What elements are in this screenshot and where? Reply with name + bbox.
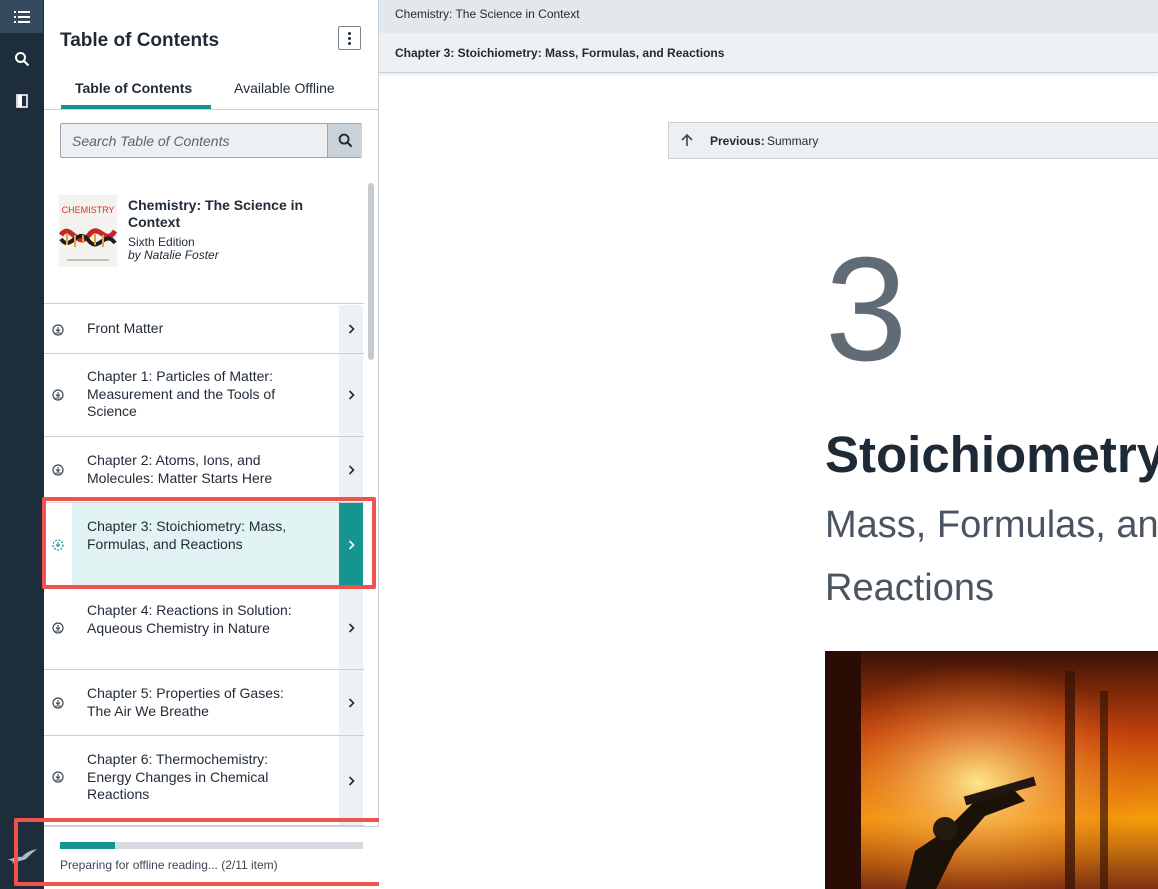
search-input[interactable]: [61, 124, 327, 157]
download-status-icon: [52, 464, 64, 476]
toc-item-label: Chapter 4: Reactions in Solution: Aqueou…: [87, 602, 292, 636]
previous-label: Previous:: [710, 134, 765, 148]
active-tab-indicator: [61, 105, 211, 109]
search-submit-button[interactable]: [327, 124, 362, 157]
book-author: by Natalie Foster: [128, 248, 219, 262]
icon-rail: [0, 0, 44, 889]
book-info[interactable]: CHEMISTRY Chemistry: The Science in Cont…: [44, 181, 364, 304]
highlight-annotation-chapter-3: [42, 497, 376, 589]
chapter-subtitle-line: Reactions: [825, 567, 994, 609]
chapter-subtitle: Mass, Formulas, and Reactions: [825, 494, 1158, 620]
arrow-up-icon: [681, 133, 693, 146]
bookmarks-button[interactable]: [0, 80, 44, 122]
chapter-subtitle-line: Mass, Formulas, and: [825, 504, 1158, 546]
chapter-title: Stoichiometry: [825, 426, 1158, 483]
reader-content: Chemistry: The Science in Context Chapte…: [379, 0, 1158, 889]
expand-button[interactable]: [339, 437, 363, 502]
book-edition: Sixth Edition: [128, 235, 195, 249]
expand-button[interactable]: [339, 587, 363, 669]
download-status-icon: [52, 697, 64, 709]
toc-item-label: Chapter 1: Particles of Matter: Measurem…: [87, 368, 276, 419]
chevron-right-icon: [348, 697, 355, 708]
search-button[interactable]: [0, 38, 44, 80]
expand-button[interactable]: [339, 354, 363, 436]
chevron-right-icon: [348, 390, 355, 400]
toc-item-front-matter[interactable]: Front Matter: [44, 305, 364, 354]
tab-available-offline[interactable]: Available Offline: [234, 80, 335, 96]
expand-button[interactable]: [339, 736, 363, 825]
expand-button[interactable]: [339, 670, 363, 735]
toc-item-label: Chapter 2: Atoms, Ions, and Molecules: M…: [87, 452, 273, 486]
bookmark-icon: [16, 94, 28, 108]
more-options-button[interactable]: [338, 26, 361, 50]
chevron-right-icon: [348, 775, 355, 786]
kebab-dot-icon: [348, 36, 351, 40]
breadcrumb-chapter-label: Chapter 3: Stoichiometry: Mass, Formulas…: [395, 46, 725, 60]
chapter-number: 3: [825, 227, 908, 392]
toc-scrollbar[interactable]: [368, 183, 374, 360]
toc-item-chapter-1[interactable]: Chapter 1: Particles of Matter: Measurem…: [44, 354, 364, 437]
book-cover-image: CHEMISTRY: [59, 195, 117, 267]
kebab-dot-icon: [348, 31, 351, 35]
toc-item-label: Chapter 6: Thermochemistry: Energy Chang…: [87, 751, 269, 802]
chapter-opener-image: [825, 651, 1158, 889]
expand-button[interactable]: [339, 305, 363, 353]
toc-title: Table of Contents: [60, 30, 220, 51]
download-status-icon: [52, 622, 64, 634]
search-icon: [15, 52, 30, 67]
breadcrumb-book[interactable]: Chemistry: The Science in Context: [379, 0, 1158, 33]
toc-search: [60, 123, 362, 158]
cover-title: CHEMISTRY: [62, 205, 115, 215]
toc-item-chapter-2[interactable]: Chapter 2: Atoms, Ions, and Molecules: M…: [44, 437, 364, 503]
toc-list-icon: [13, 10, 30, 23]
previous-section-button[interactable]: Previous: Summary: [668, 122, 1158, 159]
previous-value: Summary: [767, 134, 819, 148]
toc-item-chapter-4[interactable]: Chapter 4: Reactions in Solution: Aqueou…: [44, 587, 364, 670]
download-status-icon: [52, 771, 64, 783]
toc-item-label: Front Matter: [87, 320, 164, 336]
highlight-annotation-progress: [14, 818, 394, 886]
chevron-right-icon: [348, 324, 355, 334]
tab-table-of-contents[interactable]: Table of Contents: [75, 80, 192, 96]
breadcrumb-chapter[interactable]: Chapter 3: Stoichiometry: Mass, Formulas…: [379, 33, 1158, 73]
download-status-icon: [52, 324, 64, 336]
toc-button[interactable]: [0, 0, 43, 33]
toc-item-chapter-6[interactable]: Chapter 6: Thermochemistry: Energy Chang…: [44, 736, 364, 826]
download-status-icon: [52, 389, 64, 401]
toc-item-label: Chapter 5: Properties of Gases: The Air …: [87, 685, 284, 719]
toc-tabs: Table of Contents Available Offline: [44, 70, 379, 110]
breadcrumb-book-label: Chemistry: The Science in Context: [395, 7, 580, 21]
kebab-dot-icon: [348, 41, 351, 45]
toc-panel: Table of Contents Table of Contents Avai…: [44, 0, 379, 889]
toc-item-chapter-5[interactable]: Chapter 5: Properties of Gases: The Air …: [44, 670, 364, 736]
book-title: Chemistry: The Science in Context: [128, 197, 304, 230]
chevron-right-icon: [348, 464, 355, 475]
search-icon: [338, 133, 352, 148]
chevron-right-icon: [348, 623, 355, 633]
